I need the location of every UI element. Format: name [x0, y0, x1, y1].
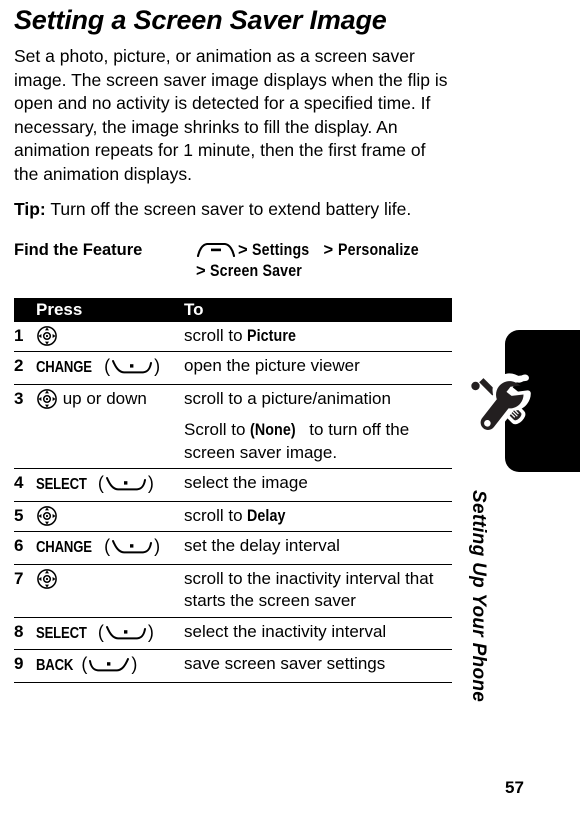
step-number: 9 [14, 654, 24, 674]
step-key-label: SELECT [36, 624, 87, 642]
table-row: 3 up or down scroll to a picture/animatio… [14, 384, 452, 469]
table-row: 9 BACK() save screen saver settings [14, 650, 452, 683]
step-press-cell: up or down [36, 384, 184, 469]
left-soft-key-icon [110, 359, 154, 375]
step-press-cell [36, 322, 184, 352]
step-to-text: set the delay interval [184, 536, 340, 556]
table-row: 5 scroll to Delay [14, 501, 452, 532]
step-press-cell: SELECT() [36, 469, 184, 502]
steps-table: Press To 1 scroll to Picture 2 CHANGE() open… [14, 297, 452, 683]
step-press-cell [36, 564, 184, 617]
step-to-emphasis: Delay [247, 505, 286, 525]
step-number: 1 [14, 325, 24, 345]
step-press-cell: SELECT() [36, 617, 184, 650]
wrench-screwdriver-icon [466, 367, 544, 445]
menu-key-icon [196, 242, 236, 257]
key-paren-close: ) [154, 536, 161, 557]
step-to-text: open the picture viewer [184, 356, 360, 376]
step-number: 8 [14, 621, 24, 641]
step-to-cell: scroll to a picture/animation Scroll to (… [184, 384, 452, 469]
table-row: 1 scroll to Picture [14, 322, 452, 352]
tip-text: Turn off the screen saver to extend batt… [50, 199, 412, 220]
navigation-key-icon [36, 325, 58, 347]
table-row: 8 SELECT() select the inactivity interval [14, 617, 452, 650]
step-to-cell: scroll to the inactivity interval that s… [184, 564, 452, 617]
step-to-text: scroll to [184, 325, 248, 345]
step-to-text: select the inactivity interval [184, 621, 387, 641]
steps-table-head: Press To [14, 297, 452, 322]
step-key-label: BACK [36, 657, 74, 675]
step-press-cell: CHANGE() [36, 532, 184, 565]
steps-table-body: 1 scroll to Picture 2 CHANGE() open the pict… [14, 322, 452, 683]
step-to-cell: select the inactivity interval [184, 617, 452, 650]
step-to-text: select the image [184, 473, 308, 493]
navigation-key-icon [36, 568, 58, 590]
subnote-emphasis: (None) [250, 420, 296, 440]
path-separator-1: > [238, 240, 248, 259]
step-number: 3 [14, 388, 24, 408]
path-item-screen-saver: Screen Saver [210, 261, 303, 280]
step-key-label: SELECT [36, 476, 87, 494]
step-to-text: scroll to a picture/animation [184, 388, 391, 408]
path-separator-3: > [196, 261, 206, 280]
step-press-suffix: up or down [58, 388, 147, 408]
step-to-cell: select the image [184, 469, 452, 502]
step-to-cell: scroll to Picture [184, 322, 452, 352]
tip-label: Tip: [14, 199, 46, 220]
step-subnote: Scroll to (None) to turn off the screen … [184, 419, 452, 464]
path-separator-2: > [323, 240, 334, 259]
step-to-cell: save screen saver settings [184, 650, 452, 683]
find-the-feature: Find the Feature > Settings > Personaliz… [14, 240, 466, 282]
header-to: To [184, 297, 452, 322]
find-the-feature-label: Find the Feature [14, 240, 143, 259]
page-title: Setting a Screen Saver Image [14, 5, 387, 35]
intro-paragraph: Set a photo, picture, or animation as a … [14, 46, 448, 184]
steps-header-row: Press To [14, 297, 452, 322]
step-key-label: CHANGE [36, 539, 92, 557]
step-number: 6 [14, 536, 24, 556]
navigation-key-icon [36, 388, 58, 410]
path-item-settings: Settings [252, 240, 310, 259]
step-number: 2 [14, 356, 24, 376]
path-item-personalize: Personalize [337, 240, 419, 259]
header-number [14, 297, 36, 322]
right-soft-key-icon [87, 657, 131, 673]
key-paren-close: ) [147, 621, 154, 642]
left-soft-key-icon [104, 476, 148, 492]
step-to-text: scroll to [184, 505, 248, 525]
key-paren-close: ) [154, 356, 161, 377]
step-key-label: CHANGE [36, 359, 92, 377]
step-to-text: save screen saver settings [184, 654, 386, 674]
table-row: 7 scroll to the inactivity interval that … [14, 564, 452, 618]
step-number: 7 [14, 568, 24, 588]
left-soft-key-icon [110, 539, 154, 555]
tip-paragraph: Tip: Turn off the screen saver to extend… [14, 198, 466, 222]
step-number: 4 [14, 473, 24, 493]
step-to-emphasis: Picture [247, 325, 297, 345]
page-number: 57 [505, 778, 524, 797]
table-row: 6 CHANGE() set the delay interval [14, 532, 452, 565]
navigation-key-icon [36, 505, 58, 527]
step-number: 5 [14, 505, 24, 525]
table-row: 2 CHANGE() open the picture viewer [14, 352, 452, 385]
table-row: 4 SELECT() select the image [14, 469, 452, 502]
page-content: Setting a Screen Saver Image Set a photo… [14, 0, 466, 683]
key-paren-close: ) [147, 473, 154, 494]
step-press-cell: BACK() [36, 650, 184, 683]
chapter-title: Setting Up Your Phone [468, 490, 489, 703]
subnote-pre: Scroll to [184, 420, 251, 440]
step-to-cell: scroll to Delay [184, 501, 452, 532]
step-press-cell [36, 501, 184, 532]
step-to-cell: open the picture viewer [184, 352, 452, 385]
left-soft-key-icon [104, 625, 148, 641]
step-press-cell: CHANGE() [36, 352, 184, 385]
step-to-cell: set the delay interval [184, 532, 452, 565]
key-paren-close: ) [131, 654, 138, 675]
step-to-text: scroll to the inactivity interval that s… [184, 568, 434, 611]
find-the-feature-path: > Settings > Personalize > Screen Saver [196, 240, 432, 282]
header-press: Press [36, 297, 184, 322]
